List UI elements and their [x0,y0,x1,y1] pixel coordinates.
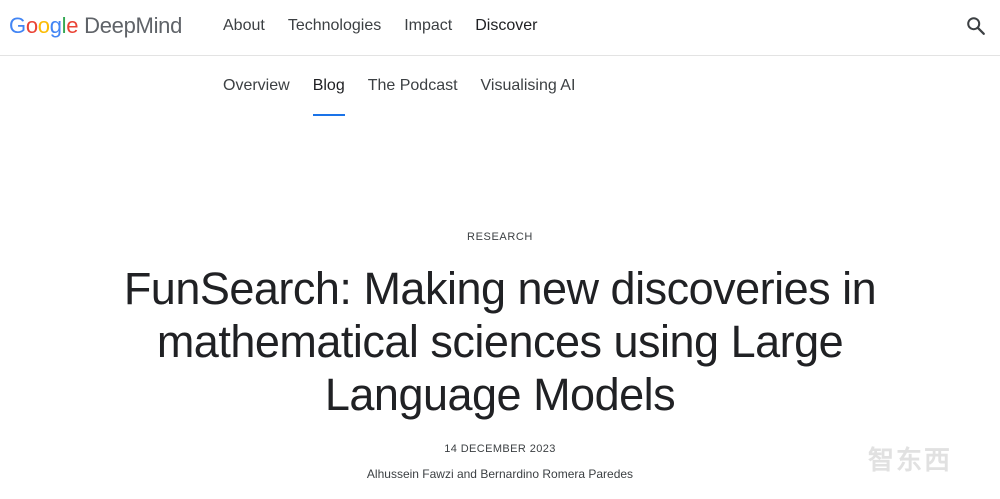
subnav-overview[interactable]: Overview [223,76,290,96]
logo-letter: o [37,13,50,38]
watermark-logo: 智东西 [868,445,953,475]
article-authors: Alhussein Fawzi and Bernardino Romera Pa… [366,467,634,481]
nav-about[interactable]: About [223,16,265,36]
search-icon[interactable] [965,15,987,37]
top-navigation-bar: Google DeepMind About Technologies Impact… [0,0,1000,56]
subnav-visualising-ai[interactable]: Visualising AI [481,76,576,96]
subnav-the-podcast[interactable]: The Podcast [368,76,458,96]
logo-letter: g [49,13,62,38]
google-deepmind-logo[interactable]: Google DeepMind [9,11,182,41]
logo-letter: o [25,13,38,38]
subnav-blog[interactable]: Blog [312,76,345,116]
nav-impact[interactable]: Impact [404,16,452,36]
article-title: FunSearch: Making new discoveries in mat… [123,263,877,420]
logo-product-name: DeepMind [84,13,183,38]
nav-discover[interactable]: Discover [475,16,537,36]
logo-letter: e [66,13,79,38]
nav-technologies[interactable]: Technologies [288,16,381,36]
main-nav: About Technologies Impact Discover [223,16,560,36]
article-date: 14 DECEMBER 2023 [444,443,556,455]
article-category[interactable]: RESEARCH [0,231,1000,243]
discover-sub-nav: Overview Blog The Podcast Visualising AI [223,76,598,116]
logo-letter: G [9,13,26,38]
